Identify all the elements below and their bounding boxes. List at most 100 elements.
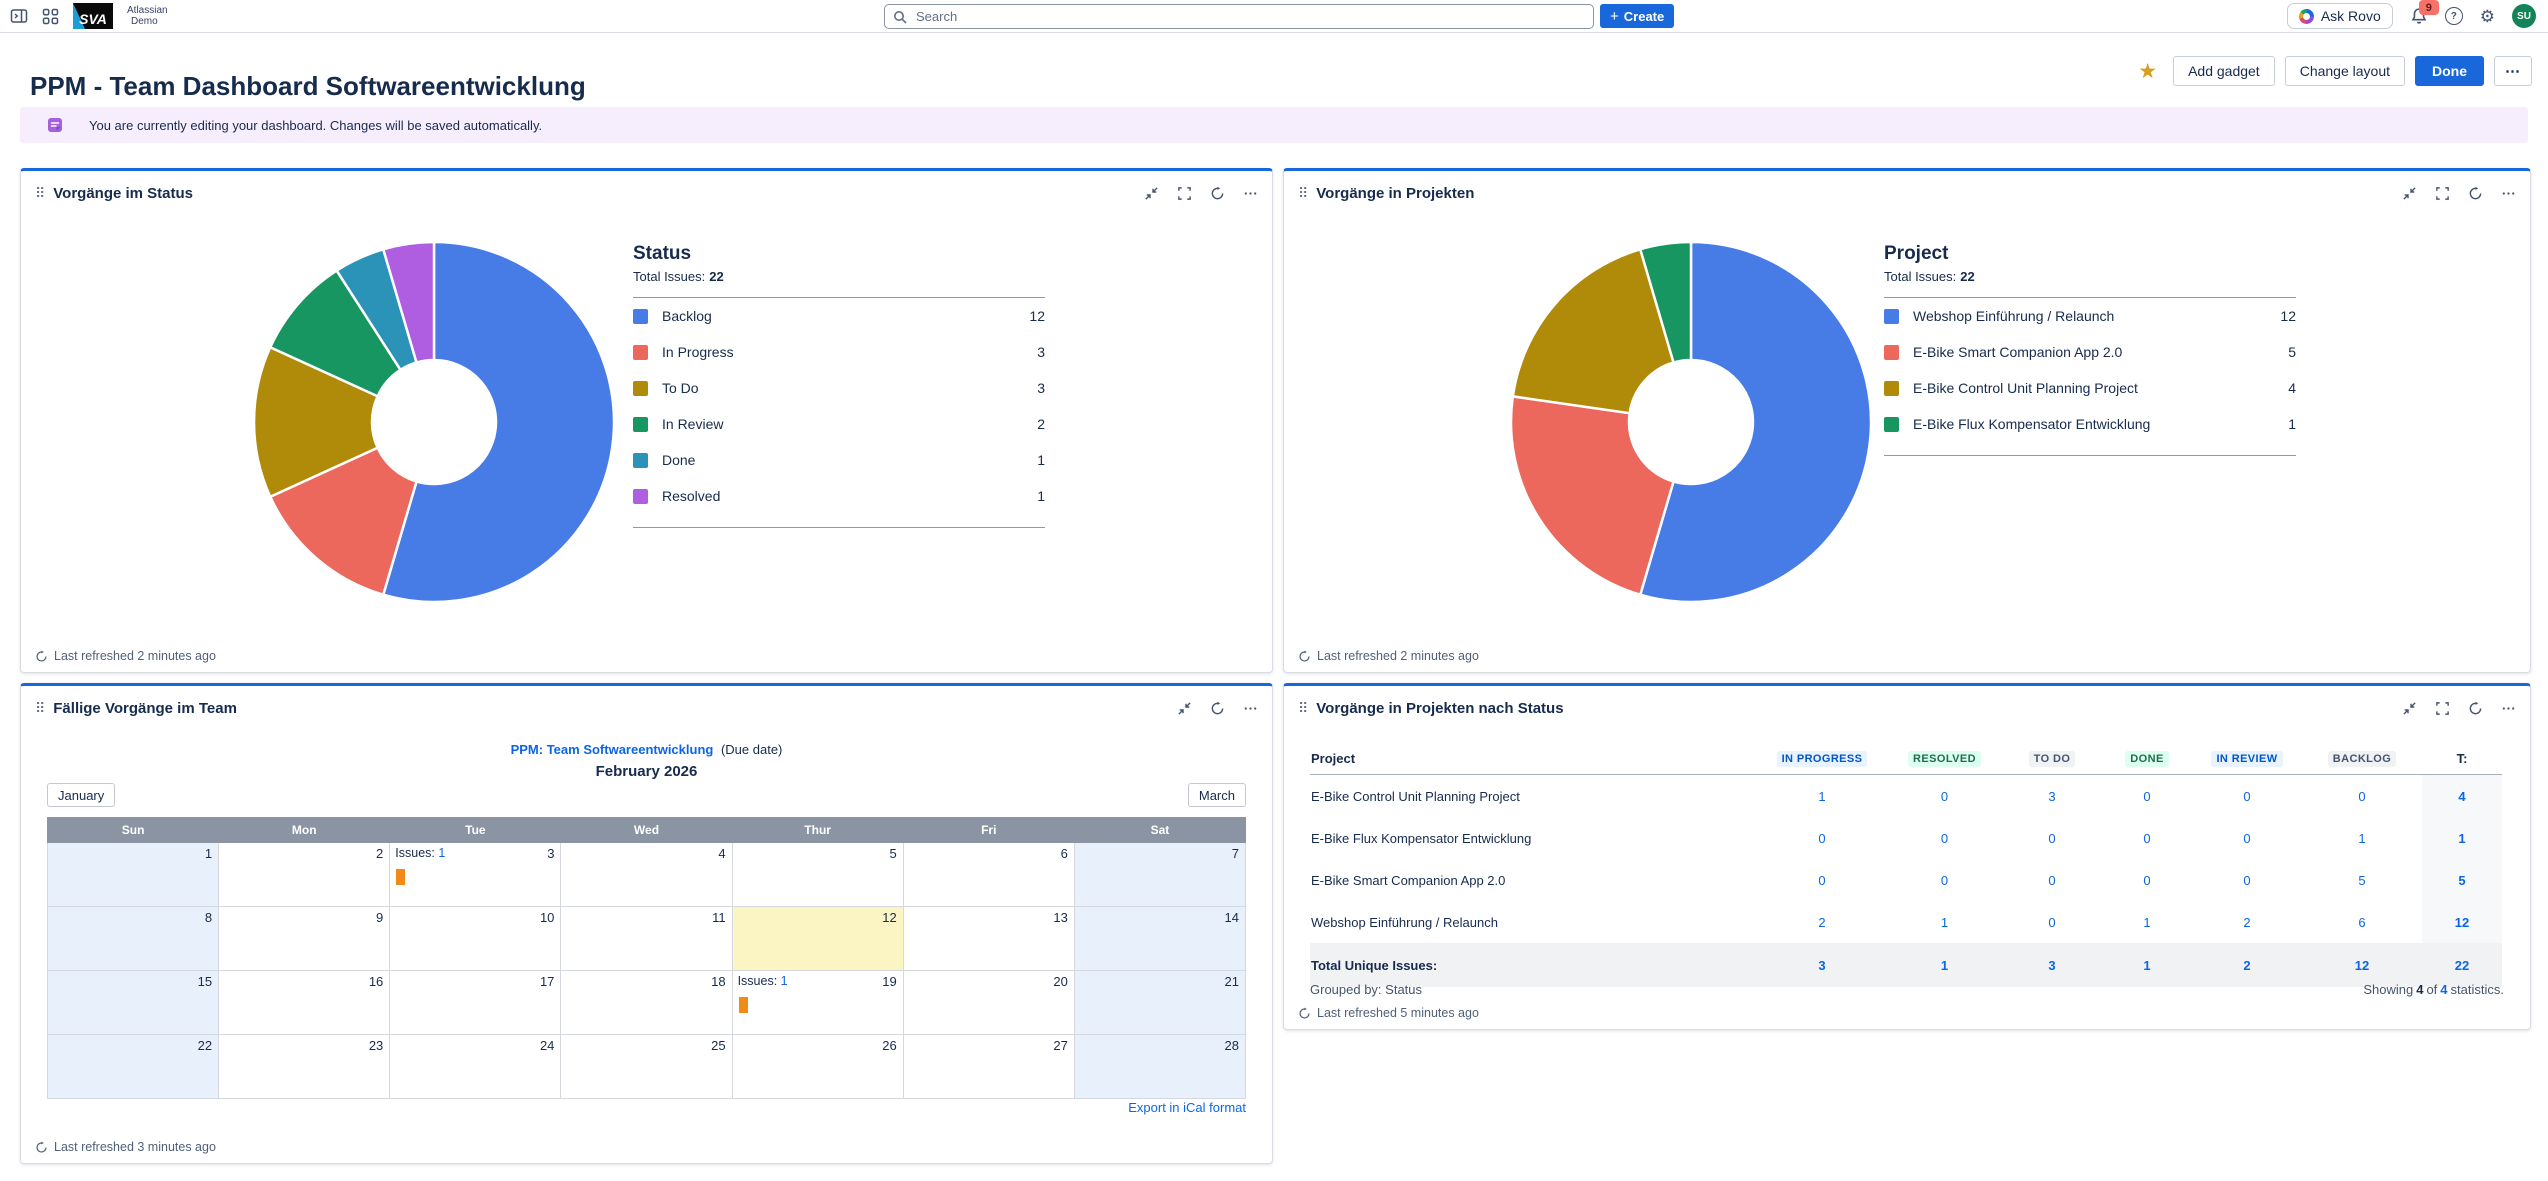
count-link[interactable]: 0 bbox=[2143, 831, 2150, 846]
settings-gear-icon[interactable]: ⚙ bbox=[2480, 8, 2495, 25]
count-link[interactable]: 5 bbox=[2358, 873, 2365, 888]
count-link[interactable]: 0 bbox=[2358, 789, 2365, 804]
calendar-day-cell[interactable]: 17 bbox=[390, 971, 561, 1035]
count-link[interactable]: 0 bbox=[2048, 873, 2055, 888]
more-options-icon[interactable] bbox=[1243, 186, 1258, 201]
calendar-day-cell[interactable]: 4 bbox=[561, 843, 732, 907]
total-count-link[interactable]: 1 bbox=[1941, 958, 1948, 973]
calendar-day-cell[interactable]: 28 bbox=[1074, 1035, 1245, 1099]
total-count-link[interactable]: 3 bbox=[1818, 958, 1825, 973]
calendar-day-cell[interactable]: 16 bbox=[219, 971, 390, 1035]
create-button[interactable]: + Create bbox=[1600, 4, 1674, 28]
change-layout-button[interactable]: Change layout bbox=[2285, 56, 2405, 86]
calendar-day-cell[interactable]: 25 bbox=[561, 1035, 732, 1099]
issue-marker[interactable] bbox=[739, 997, 748, 1013]
calendar-day-cell[interactable]: 15 bbox=[48, 971, 219, 1035]
next-month-button[interactable]: March bbox=[1188, 783, 1246, 807]
count-link[interactable]: 1 bbox=[2143, 915, 2150, 930]
calendar-issues-link[interactable]: 1 bbox=[781, 974, 788, 988]
done-button[interactable]: Done bbox=[2415, 56, 2484, 86]
more-options-icon[interactable] bbox=[1243, 701, 1258, 716]
calendar-day-cell[interactable]: 23 bbox=[219, 1035, 390, 1099]
status-lozenge[interactable]: IN REVIEW bbox=[2211, 751, 2282, 767]
drag-handle-icon[interactable]: ⠿ bbox=[1298, 700, 1308, 717]
calendar-day-cell[interactable]: 22 bbox=[48, 1035, 219, 1099]
global-search[interactable] bbox=[884, 4, 1594, 29]
calendar-day-cell[interactable]: 27 bbox=[903, 1035, 1074, 1099]
status-lozenge[interactable]: BACKLOG bbox=[2328, 751, 2396, 767]
calendar-day-cell[interactable]: 5 bbox=[732, 843, 903, 907]
count-link[interactable]: 0 bbox=[1941, 789, 1948, 804]
search-input[interactable] bbox=[914, 8, 1593, 25]
status-lozenge[interactable]: IN PROGRESS bbox=[1777, 751, 1868, 767]
previous-month-button[interactable]: January bbox=[47, 783, 115, 807]
calendar-day-cell[interactable]: 18 bbox=[561, 971, 732, 1035]
collapse-icon[interactable] bbox=[2402, 701, 2417, 716]
count-link[interactable]: 1 bbox=[1818, 789, 1825, 804]
favorite-star-icon[interactable]: ★ bbox=[2138, 61, 2157, 82]
status-lozenge[interactable]: DONE bbox=[2125, 751, 2168, 767]
count-link[interactable]: 2 bbox=[1818, 915, 1825, 930]
refresh-icon[interactable] bbox=[1210, 186, 1225, 201]
export-ical-link[interactable]: Export in iCal format bbox=[1128, 1100, 1246, 1115]
calendar-day-cell[interactable]: 10 bbox=[390, 907, 561, 971]
count-link[interactable]: 0 bbox=[2048, 915, 2055, 930]
calendar-day-cell[interactable]: 9 bbox=[219, 907, 390, 971]
count-link[interactable]: 1 bbox=[1941, 915, 1948, 930]
collapse-icon[interactable] bbox=[2402, 186, 2417, 201]
count-link[interactable]: 0 bbox=[1818, 873, 1825, 888]
expand-icon[interactable] bbox=[1177, 186, 1192, 201]
refresh-icon[interactable] bbox=[2468, 701, 2483, 716]
expand-icon[interactable] bbox=[2435, 186, 2450, 201]
total-count-link[interactable]: 3 bbox=[2048, 958, 2055, 973]
sidebar-toggle-icon[interactable] bbox=[10, 7, 28, 25]
collapse-icon[interactable] bbox=[1177, 701, 1192, 716]
calendar-day-cell[interactable]: 26 bbox=[732, 1035, 903, 1099]
count-link[interactable]: 0 bbox=[1941, 873, 1948, 888]
calendar-day-cell[interactable]: 21 bbox=[1074, 971, 1245, 1035]
calendar-issues-link[interactable]: 1 bbox=[438, 846, 445, 860]
row-total-link[interactable]: 4 bbox=[2458, 789, 2465, 804]
count-link[interactable]: 1 bbox=[2358, 831, 2365, 846]
calendar-day-cell[interactable]: 2 bbox=[219, 843, 390, 907]
sva-logo[interactable]: SVA bbox=[73, 3, 113, 29]
grand-total-link[interactable]: 22 bbox=[2455, 958, 2469, 973]
calendar-day-cell[interactable]: 20 bbox=[903, 971, 1074, 1035]
calendar-day-cell[interactable]: 8 bbox=[48, 907, 219, 971]
count-link[interactable]: 0 bbox=[2243, 789, 2250, 804]
pie-segment-E-Bike Smart Companion App 2.0[interactable] bbox=[1511, 396, 1674, 594]
more-options-icon[interactable] bbox=[2501, 701, 2516, 716]
count-link[interactable]: 0 bbox=[2143, 789, 2150, 804]
row-total-link[interactable]: 1 bbox=[2458, 831, 2465, 846]
collapse-icon[interactable] bbox=[1144, 186, 1159, 201]
calendar-day-cell[interactable]: Issues: 119 bbox=[732, 971, 903, 1035]
calendar-day-cell[interactable]: 13 bbox=[903, 907, 1074, 971]
notifications-bell-icon[interactable]: 9 bbox=[2410, 7, 2428, 25]
user-avatar[interactable]: SU bbox=[2512, 4, 2536, 28]
row-total-link[interactable]: 12 bbox=[2455, 915, 2469, 930]
count-link[interactable]: 0 bbox=[2048, 831, 2055, 846]
issue-marker[interactable] bbox=[396, 869, 405, 885]
add-gadget-button[interactable]: Add gadget bbox=[2173, 56, 2275, 86]
status-lozenge[interactable]: RESOLVED bbox=[1908, 751, 1981, 767]
status-lozenge[interactable]: TO DO bbox=[2029, 751, 2076, 767]
count-link[interactable]: 2 bbox=[2243, 915, 2250, 930]
count-link[interactable]: 0 bbox=[2243, 873, 2250, 888]
calendar-day-cell[interactable]: 6 bbox=[903, 843, 1074, 907]
ask-rovo-button[interactable]: Ask Rovo bbox=[2287, 3, 2393, 29]
saved-filter-link[interactable]: PPM: Team Softwareentwicklung bbox=[511, 742, 714, 757]
calendar-day-cell[interactable]: Issues: 13 bbox=[390, 843, 561, 907]
drag-handle-icon[interactable]: ⠿ bbox=[35, 700, 45, 717]
total-count-link[interactable]: 2 bbox=[2243, 958, 2250, 973]
count-link[interactable]: 0 bbox=[1941, 831, 1948, 846]
calendar-day-cell[interactable]: 12 bbox=[732, 907, 903, 971]
calendar-day-cell[interactable]: 1 bbox=[48, 843, 219, 907]
calendar-day-cell[interactable]: 7 bbox=[1074, 843, 1245, 907]
count-link[interactable]: 0 bbox=[1818, 831, 1825, 846]
count-link[interactable]: 3 bbox=[2048, 789, 2055, 804]
help-icon[interactable]: ? bbox=[2445, 7, 2463, 25]
app-switcher-icon[interactable] bbox=[42, 8, 59, 25]
calendar-day-cell[interactable]: 24 bbox=[390, 1035, 561, 1099]
more-options-icon[interactable] bbox=[2501, 186, 2516, 201]
row-total-link[interactable]: 5 bbox=[2458, 873, 2465, 888]
